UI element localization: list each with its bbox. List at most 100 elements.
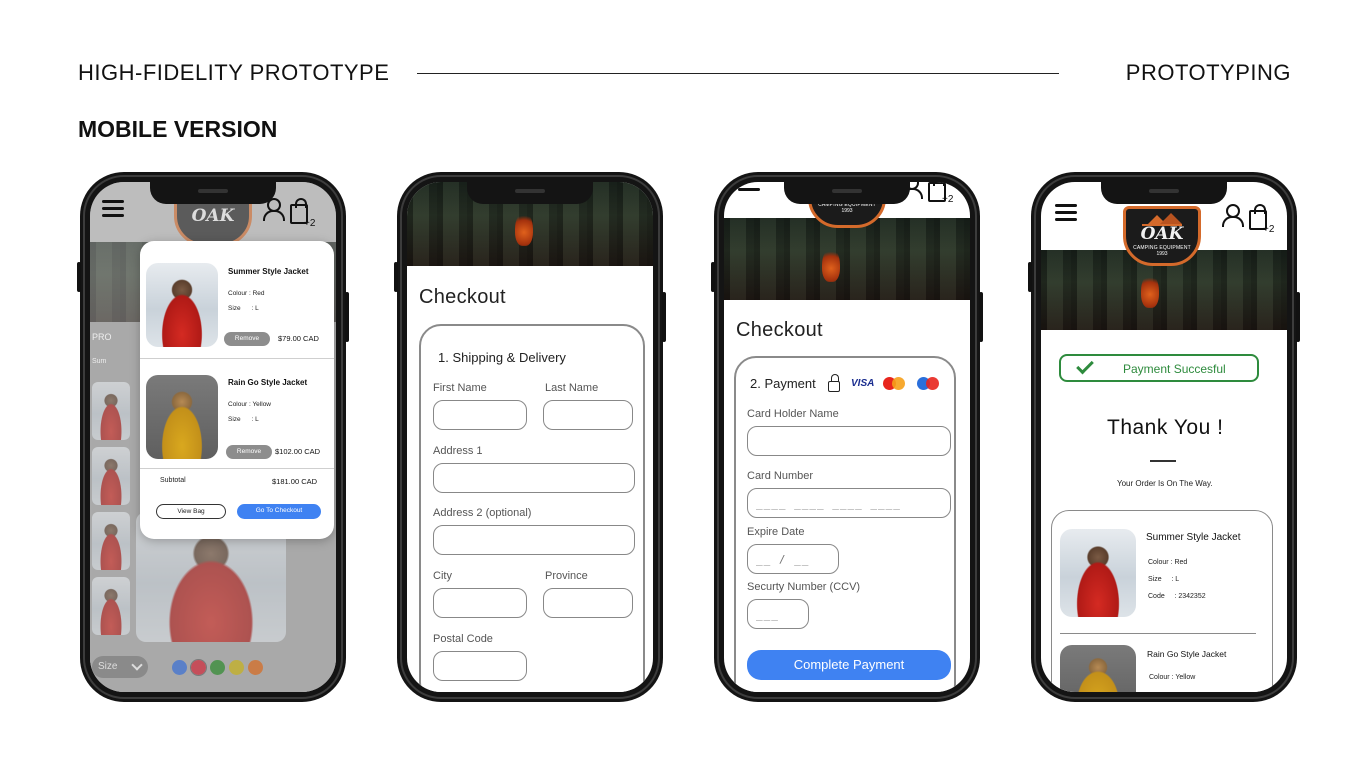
user-icon[interactable] [1221, 204, 1244, 227]
thumb-3[interactable] [92, 512, 130, 570]
address2-input[interactable] [433, 525, 635, 555]
payment-section-title: 2. Payment [750, 376, 816, 391]
address1-label: Address 1 [433, 445, 483, 457]
phone-notch [150, 182, 276, 204]
cart-item-2-price: $102.00 CAD [275, 447, 321, 456]
colour-swatch[interactable] [210, 660, 225, 675]
phone-cart-popup: OAK +2 PRO Sum Size Summer Style Jacket … [77, 172, 349, 702]
header-divider [417, 73, 1059, 74]
brand-year: 1993 [841, 207, 853, 214]
checkout-title: Checkout [419, 286, 506, 308]
card-number-input[interactable]: ____ ____ ____ ____ [747, 488, 951, 518]
order-message: Your Order Is On The Way. [1117, 479, 1213, 488]
province-label: Province [545, 570, 588, 582]
visa-logo: VISA [851, 378, 875, 389]
go-to-checkout-button[interactable]: Go To Checkout [237, 504, 321, 519]
power-button [1296, 292, 1300, 342]
cart-item-1-size: Size : L [228, 305, 259, 312]
cart-count-badge: +2 [942, 194, 954, 205]
heading-divider [1150, 460, 1176, 462]
expire-date-input[interactable]: __ / __ [747, 544, 839, 574]
province-input[interactable] [543, 588, 633, 618]
phone-confirmation: +2 OAK CAMPING EQUIPMENT 1993 Payment Su… [1028, 172, 1300, 702]
cart-item-2-remove-button[interactable]: Remove [226, 445, 272, 459]
address1-input[interactable] [433, 463, 635, 493]
colour-swatch[interactable] [229, 660, 244, 675]
brand-year: 1993 [1156, 250, 1168, 257]
last-name-input[interactable] [543, 400, 633, 430]
mountain-icon [1142, 212, 1182, 226]
postal-code-input[interactable] [433, 651, 527, 681]
address2-label: Address 2 (optional) [433, 507, 532, 519]
cart-item-1-price: $79.00 CAD [278, 334, 319, 343]
first-name-input[interactable] [433, 400, 527, 430]
colour-swatch[interactable] [172, 660, 187, 675]
cart-popup: Summer Style Jacket Colour : Red Size : … [140, 241, 334, 539]
thumb-4[interactable] [92, 577, 130, 635]
power-button [979, 292, 983, 342]
cart-item-1-colour: Colour : Red [228, 290, 265, 297]
expire-date-label: Expire Date [747, 526, 805, 538]
shipping-card: 1. Shipping & Delivery First Name Last N… [419, 324, 645, 692]
size-select[interactable]: Size [92, 656, 148, 678]
checkmark-icon [1076, 356, 1094, 375]
mastercard-logo [883, 377, 911, 391]
ccv-input[interactable]: ___ [747, 599, 809, 629]
cart-item-2-name: Rain Go Style Jacket [228, 378, 308, 387]
volume-button [1028, 262, 1032, 292]
campfire [515, 212, 533, 246]
cart-item-2-size: Size : L [228, 416, 259, 423]
postal-code-label: Postal Code [433, 633, 493, 645]
product-heading-fragment: PRO [92, 332, 112, 342]
phone-screen: OAK +2 PRO Sum Size Summer Style Jacket … [90, 182, 336, 692]
card-holder-input[interactable] [747, 426, 951, 456]
thumb-1[interactable] [92, 382, 130, 440]
subtotal-label: Subtotal [160, 477, 186, 484]
hamburger-menu-icon[interactable] [1055, 204, 1077, 222]
product-name-fragment: Sum [92, 358, 107, 365]
brand-name: OAK [1140, 223, 1184, 244]
cart-divider [140, 468, 334, 469]
card-holder-label: Card Holder Name [747, 408, 839, 420]
power-button [345, 292, 349, 342]
order-item-1-image [1060, 529, 1136, 617]
order-item-2-image [1060, 645, 1136, 692]
mastercard-circle-orange [892, 377, 905, 390]
order-divider [1060, 633, 1256, 634]
lock-icon [828, 374, 840, 392]
thank-you-heading: Thank You ! [1107, 416, 1224, 439]
colour-swatch[interactable] [190, 659, 207, 676]
section-label: PROTOTYPING [1125, 60, 1291, 85]
thumb-2[interactable] [92, 447, 130, 505]
order-item-1-code: Code : 2342352 [1148, 593, 1206, 600]
phone-payment: +2 OAK CAMPING EQUIPMENT 1993 Checkout 2… [711, 172, 983, 702]
phone-notch [784, 182, 910, 204]
view-bag-button[interactable]: View Bag [156, 504, 226, 519]
payment-success-text: Payment Succesful [1123, 362, 1226, 376]
order-item-1-name: Summer Style Jacket [1146, 532, 1241, 543]
order-item-1-size: Size : L [1148, 576, 1180, 583]
phone-screen: +2 OAK CAMPING EQUIPMENT 1993 Checkout 2… [724, 182, 970, 692]
phone-notch [1101, 182, 1227, 204]
volume-button [77, 262, 81, 292]
complete-payment-button[interactable]: Complete Payment [747, 650, 951, 680]
cart-item-1-image [146, 263, 218, 347]
colour-swatch[interactable] [248, 660, 263, 675]
payment-success-badge: Payment Succesful [1059, 354, 1259, 382]
campfire [1141, 274, 1159, 308]
colour-swatches [172, 659, 263, 676]
phone-notch [467, 182, 593, 204]
cart-divider [140, 358, 334, 359]
phone-screen: +2 OAK CAMPING EQUIPMENT 1993 Payment Su… [1041, 182, 1287, 692]
city-input[interactable] [433, 588, 527, 618]
card-number-label: Card Number [747, 470, 814, 482]
maestro-circle-red [926, 377, 939, 390]
subtotal-value: $181.00 CAD [272, 477, 318, 486]
order-summary-card: Summer Style Jacket Colour : Red Size : … [1051, 510, 1273, 692]
brand-name: OAK [191, 205, 235, 226]
maestro-logo [917, 377, 945, 391]
cart-item-1-remove-button[interactable]: Remove [224, 332, 270, 346]
hamburger-menu-icon[interactable] [738, 188, 760, 194]
hamburger-menu-icon[interactable] [102, 200, 124, 218]
cart-item-2-colour: Colour : Yellow [228, 401, 271, 408]
